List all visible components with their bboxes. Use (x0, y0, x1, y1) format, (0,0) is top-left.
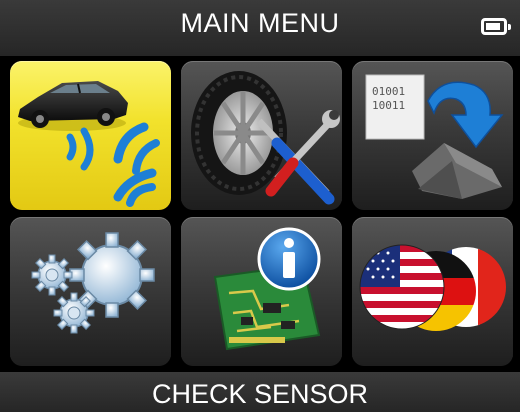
menu-tile-info[interactable] (181, 217, 342, 366)
menu-grid: 01001 10011 (10, 61, 513, 366)
tire-tools-icon (191, 71, 340, 205)
svg-text:10011: 10011 (372, 99, 405, 112)
info-circuit-board-icon (213, 227, 321, 351)
menu-tile-service-tools[interactable] (181, 61, 342, 210)
page-title: MAIN MENU (180, 8, 340, 38)
gears-icon (31, 232, 155, 334)
battery-icon (481, 18, 511, 35)
device-screen: MAIN MENU 01001 10011 CHECK SENSOR (0, 0, 520, 412)
menu-tile-settings[interactable] (10, 217, 171, 366)
battery-level-fill (486, 23, 500, 30)
sensor-programming-icon: 01001 10011 (365, 74, 504, 199)
svg-text:01001: 01001 (372, 85, 405, 98)
car-sensor-signal-icon (18, 81, 160, 207)
status-bar: CHECK SENSOR (0, 372, 520, 412)
selected-function-label: CHECK SENSOR (151, 379, 369, 409)
title-bar: MAIN MENU (0, 0, 520, 56)
menu-tile-check-sensor[interactable] (10, 61, 171, 210)
menu-tile-program-sensor[interactable]: 01001 10011 (352, 61, 513, 210)
flags-icon (359, 244, 506, 331)
menu-tile-language[interactable] (352, 217, 513, 366)
